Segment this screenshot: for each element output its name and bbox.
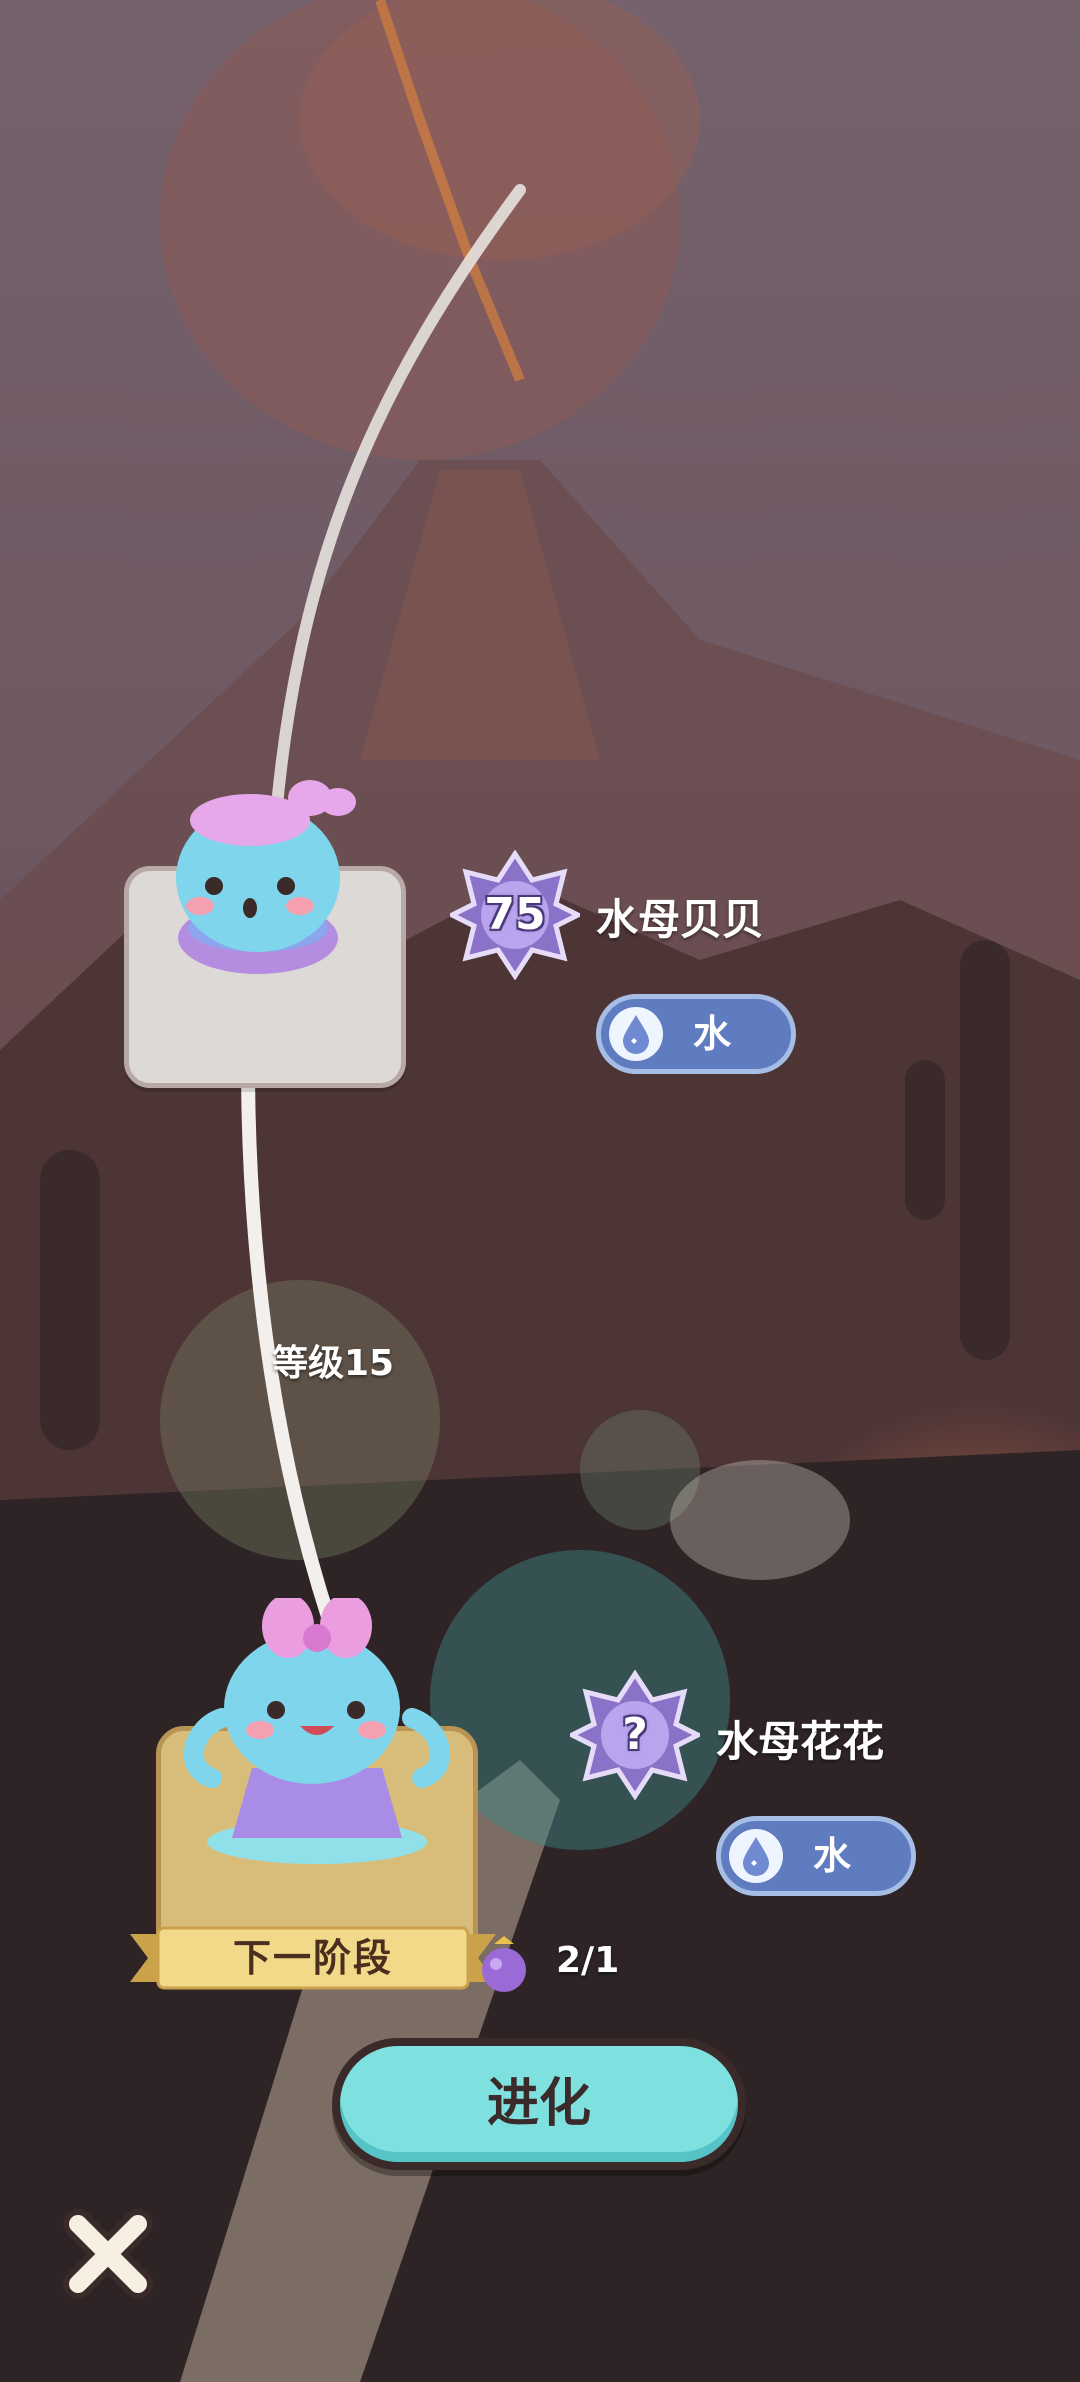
evolve-button[interactable]: 进化 <box>332 2038 746 2170</box>
element-label: 水 <box>813 1834 852 1878</box>
water-drop-icon <box>729 1829 783 1883</box>
next-level-value: ? <box>622 1709 648 1760</box>
evolution-item-count: 2/1 <box>556 1940 620 1981</box>
close-icon[interactable] <box>60 2206 156 2302</box>
next-pet-name: 水母花花 <box>716 1717 885 1766</box>
next-stage-label: 下一阶段 <box>232 1936 393 1980</box>
purple-fruit-icon <box>482 1936 526 1992</box>
evolve-button-label: 进化 <box>486 2074 591 2134</box>
current-element-pill: 水 <box>596 994 796 1074</box>
current-pet-name: 水母贝贝 <box>596 895 765 944</box>
element-label: 水 <box>693 1012 732 1056</box>
jellyfish-flower-icon <box>184 1598 450 1864</box>
jellyfish-baby-icon <box>176 780 356 974</box>
evolution-level-requirement: 等级15 <box>272 1343 395 1384</box>
current-level-value: 75 <box>484 889 546 940</box>
next-element-pill: 水 <box>716 1816 916 1896</box>
volcano-background <box>0 0 1080 2382</box>
water-drop-icon <box>609 1007 663 1061</box>
